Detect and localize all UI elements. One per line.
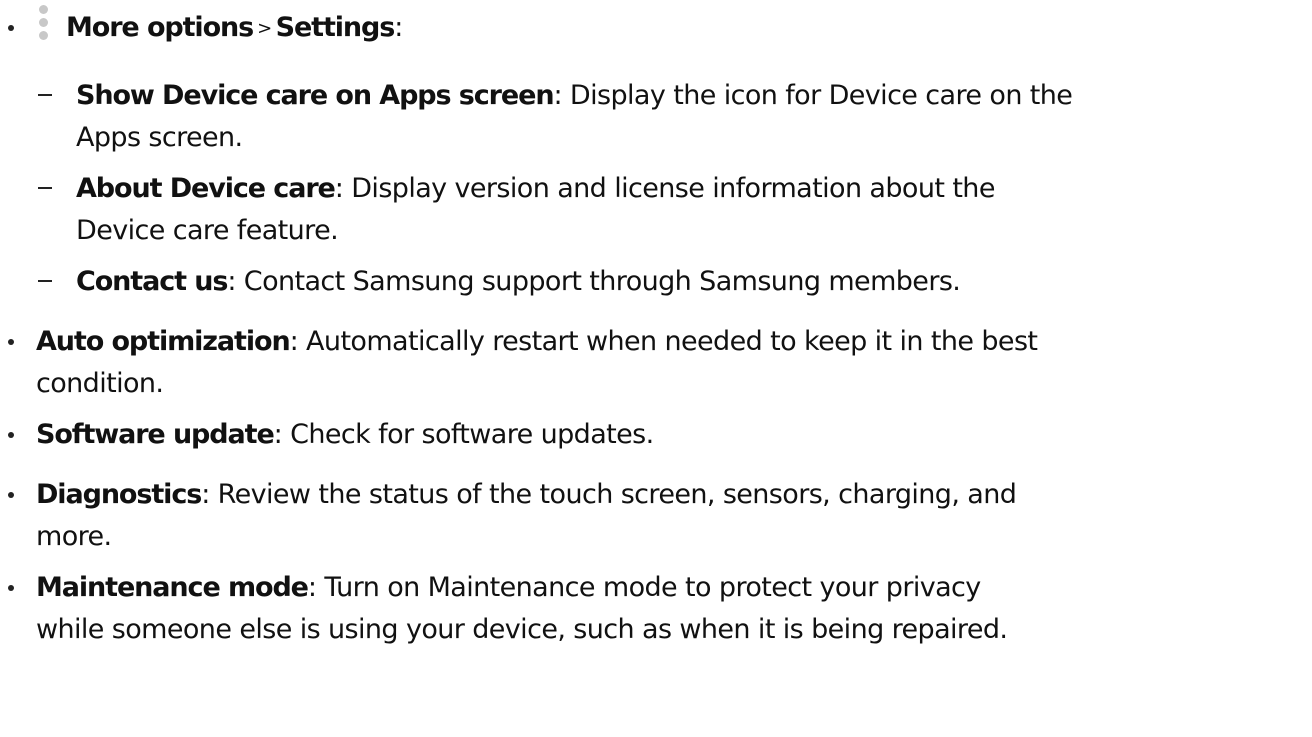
sub-item-continuation: Device care feature.: [76, 211, 339, 251]
item-description: Review the status of the touch screen, s…: [209, 479, 1017, 510]
item-description: Check for software updates.: [282, 419, 654, 450]
sub-item-continuation: Apps screen.: [76, 118, 243, 158]
sub-item-description: Display the icon for Device care on the: [561, 80, 1073, 111]
bullet: [8, 339, 14, 345]
bullet: [8, 492, 14, 498]
item-continuation: more.: [36, 517, 112, 557]
item-continuation: condition.: [36, 364, 164, 404]
item-description-cont: while someone else is using your device,…: [36, 614, 1008, 645]
bullet: [8, 432, 14, 438]
sub-item-colon: :: [334, 173, 344, 204]
item-colon: :: [273, 419, 283, 450]
sub-item-description-cont: Device care feature.: [76, 215, 339, 246]
sub-item-label: Contact us: [76, 266, 228, 297]
item-diagnostics: Diagnostics: Review the status of the to…: [36, 475, 1017, 515]
item-label: Diagnostics: [36, 479, 202, 510]
sub-item-label: About Device care: [76, 173, 336, 204]
item-label: Software update: [36, 419, 275, 450]
more-options-icon: [38, 5, 49, 51]
sub-item-colon: :: [227, 266, 236, 297]
sub-item-description: Display version and license information …: [343, 173, 995, 204]
sub-item-about: About Device care: Display version and l…: [76, 169, 995, 209]
dash-marker: [38, 280, 52, 282]
sub-item-label: Show Device care on Apps screen: [76, 80, 555, 111]
item-label: Auto optimization: [36, 326, 291, 357]
settings-label: Settings: [275, 12, 396, 43]
item-colon: :: [289, 326, 299, 357]
settings-colon: :: [394, 12, 403, 43]
item-description: Automatically restart when needed to kee…: [298, 326, 1038, 357]
item-maintenance-mode: Maintenance mode: Turn on Maintenance mo…: [36, 568, 981, 608]
settings-description-list: More options > Settings: Show Device care …: [0, 0, 1312, 737]
item-colon: :: [201, 479, 210, 510]
sub-item-description-cont: Apps screen.: [76, 122, 243, 153]
item-label: Maintenance mode: [36, 572, 309, 603]
more-options-label: More options: [66, 12, 254, 43]
more-options-settings-item: More options > Settings:: [66, 8, 403, 51]
path-separator: >: [257, 18, 272, 39]
sub-item-show-on-apps: Show Device care on Apps screen: Display…: [76, 76, 1073, 116]
bullet: [8, 25, 14, 31]
item-description: Turn on Maintenance mode to protect your…: [316, 572, 981, 603]
bullet: [8, 585, 14, 591]
item-software-update: Software update: Check for software upda…: [36, 415, 654, 455]
dash-marker: [38, 187, 52, 189]
item-description-cont: more.: [36, 521, 112, 552]
item-continuation: while someone else is using your device,…: [36, 610, 1008, 650]
sub-item-contact-us: Contact us: Contact Samsung support thro…: [76, 262, 961, 302]
item-auto-optimization: Auto optimization: Automatically restart…: [36, 322, 1038, 362]
sub-item-description: Contact Samsung support through Samsung …: [235, 266, 961, 297]
sub-item-colon: :: [553, 80, 562, 111]
item-description-cont: condition.: [36, 368, 164, 399]
dash-marker: [38, 94, 52, 96]
